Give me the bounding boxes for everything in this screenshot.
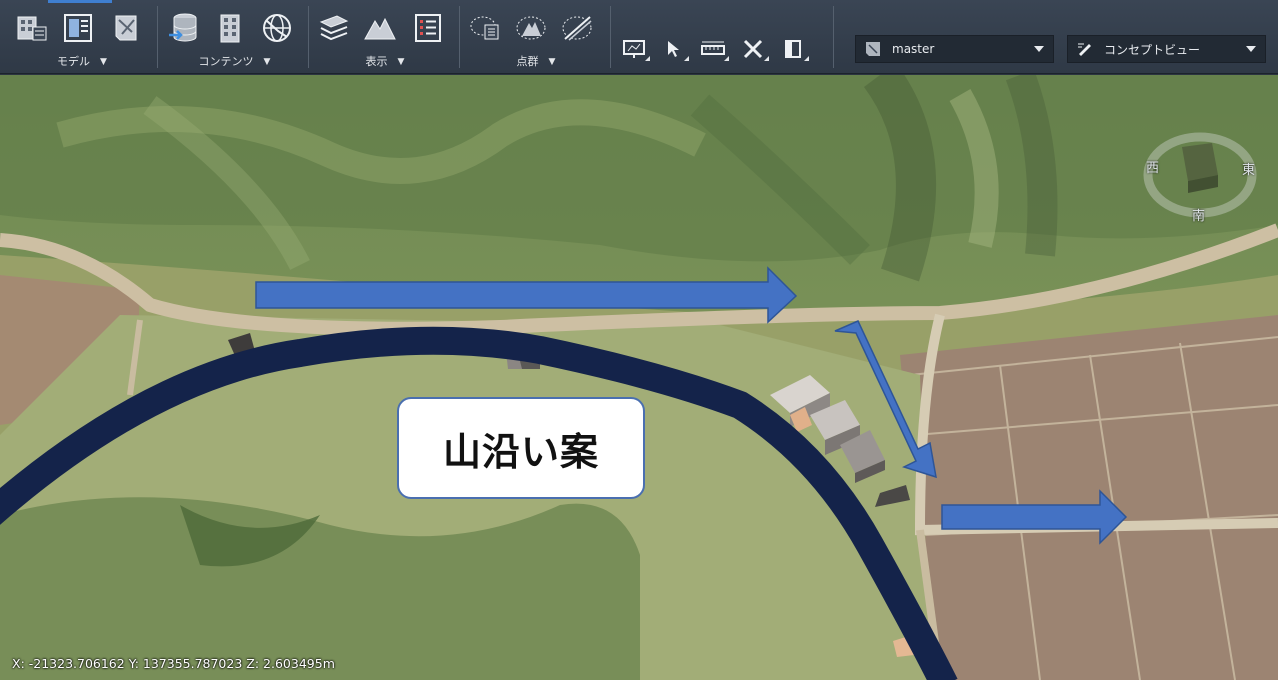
- chevron-down-icon[interactable]: ▼: [264, 57, 271, 67]
- toolbar-group-contents: コンテンツ ▼: [162, 0, 307, 74]
- layers-icon[interactable]: [314, 8, 354, 48]
- branch-dropdown-value: master: [892, 42, 935, 56]
- chevron-down-icon[interactable]: ▼: [549, 57, 556, 67]
- chevron-down-icon[interactable]: ▼: [398, 57, 405, 67]
- navigation-compass[interactable]: 西 東 南: [1140, 125, 1260, 245]
- pointcloud-terrain-icon[interactable]: [511, 8, 551, 48]
- toolbar-group-label[interactable]: コンテンツ ▼: [162, 53, 307, 69]
- toolbar-group-label[interactable]: 点群 ▼: [463, 53, 609, 69]
- view-style-dropdown[interactable]: コンセプトビュー: [1067, 35, 1266, 63]
- globe-icon[interactable]: [257, 8, 297, 48]
- pen-icon: [1074, 39, 1096, 59]
- pointcloud-list-icon[interactable]: [465, 8, 505, 48]
- toolbar-divider: [308, 6, 309, 68]
- main-toolbar: モデル ▼ コンテンツ ▼ 表示 ▼ 点群 ▼ master コンセプトビュー: [0, 0, 1278, 74]
- screen-icon[interactable]: [617, 36, 651, 62]
- coord-y: Y: 137355.787023: [128, 656, 243, 671]
- view-style-dropdown-value: コンセプトビュー: [1104, 42, 1201, 57]
- branch-dropdown[interactable]: master: [855, 35, 1054, 63]
- toolbar-divider: [157, 6, 158, 68]
- coord-x: X: -21323.706162: [12, 656, 125, 671]
- building-grid-icon[interactable]: [12, 8, 52, 48]
- terrain-icon[interactable]: [360, 8, 400, 48]
- model-panel-icon[interactable]: [58, 8, 98, 48]
- compass-west-label: 西: [1146, 161, 1160, 176]
- toolbar-group-model: モデル ▼: [8, 0, 156, 74]
- tools-icon[interactable]: [736, 36, 770, 62]
- toolbar-divider: [459, 6, 460, 68]
- database-import-icon[interactable]: [164, 8, 204, 48]
- route-callout-label: 山沿い案: [397, 397, 645, 499]
- measure-icon[interactable]: [696, 36, 730, 62]
- pointcloud-line-icon[interactable]: [557, 8, 597, 48]
- building-icon[interactable]: [210, 8, 250, 48]
- toolbar-group-label[interactable]: 表示 ▼: [312, 53, 458, 69]
- coord-z: Z: 2.603495m: [246, 656, 335, 671]
- coordinate-readout: X: -21323.706162 Y: 137355.787023 Z: 2.603…: [12, 656, 339, 671]
- chevron-down-icon: [1034, 46, 1044, 52]
- compass-east-label: 東: [1242, 163, 1256, 178]
- toolbar-group-pointcloud: 点群 ▼: [463, 0, 609, 74]
- toolbar-group-view: 表示 ▼: [312, 0, 458, 74]
- compass-south-label: 南: [1192, 209, 1206, 224]
- cursor-icon[interactable]: [656, 36, 690, 62]
- list-panel-icon[interactable]: [408, 8, 448, 48]
- toolbar-divider: [833, 6, 834, 68]
- 3d-viewport[interactable]: 西 東 南 山沿い案 X: -21323.706162 Y: 137355.787…: [0, 75, 1278, 680]
- chevron-down-icon[interactable]: ▼: [100, 57, 107, 67]
- toolbar-group-label[interactable]: モデル ▼: [8, 53, 156, 69]
- chevron-down-icon: [1246, 46, 1256, 52]
- section-icon[interactable]: [776, 36, 810, 62]
- toolbar-divider: [610, 6, 611, 68]
- map-sheet-icon: [862, 39, 884, 59]
- aerial-terrain: [0, 75, 1278, 680]
- map-sheet-icon[interactable]: [106, 8, 146, 48]
